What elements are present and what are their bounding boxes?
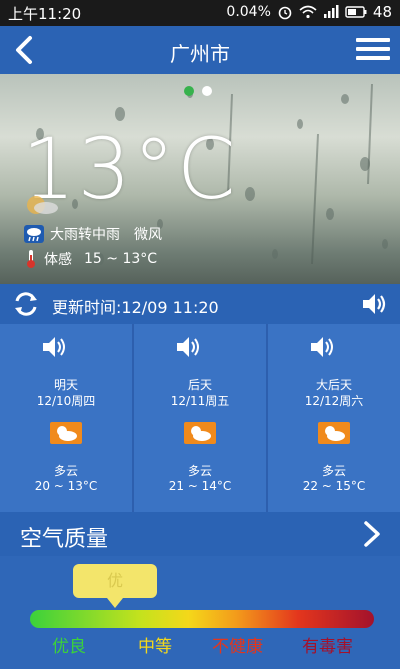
weather-hero-image[interactable]: 13°C 大雨转中雨 微风 体感 15 ~ 13°C: [0, 74, 400, 284]
update-bar: 更新时间:12/09 11:20: [0, 284, 400, 324]
city-title: 广州市: [170, 42, 230, 66]
air-quality-header[interactable]: 空气质量: [0, 512, 400, 556]
forecast-day-label: 明天: [53, 378, 78, 392]
signal-icon: [323, 5, 339, 18]
scale-label-hazardous: 有毒害: [302, 637, 353, 657]
feels-like-label: 体感: [44, 252, 72, 268]
partly-cloudy-icon: [184, 422, 216, 444]
forecast-day-2[interactable]: 后天 12/11周五 多云 21 ~ 14°C: [134, 324, 268, 512]
heavy-rain-icon: [24, 225, 44, 243]
chevron-right-icon[interactable]: [360, 520, 384, 548]
forecast-day-label: 后天: [187, 378, 212, 392]
status-icons: 0.04% 48: [226, 3, 392, 21]
speaker-icon[interactable]: [174, 334, 202, 360]
wifi-icon: [299, 5, 317, 19]
forecast-date: 12/10周四: [36, 394, 96, 408]
thermometer-icon: [27, 250, 35, 268]
alarm-icon: [278, 6, 292, 20]
air-quality-level-bubble: 优: [73, 564, 157, 608]
weather-icon: [27, 196, 58, 214]
condition-text: 大雨转中雨: [50, 227, 120, 243]
forecast-day-3[interactable]: 大后天 12/12周六 多云 22 ~ 15°C: [268, 324, 400, 512]
forecast-range: 21 ~ 14°C: [168, 479, 232, 493]
feels-like-range: 15 ~ 13°C: [84, 251, 158, 267]
forecast-day-label: 大后天: [315, 378, 352, 392]
page-dot-active: [184, 86, 194, 96]
air-quality-title: 空气质量: [20, 527, 109, 552]
partly-cloudy-icon: [50, 422, 82, 444]
network-speed: 0.04%: [226, 4, 271, 20]
scale-label-unhealthy: 不健康: [212, 637, 263, 657]
page-dot: [202, 86, 212, 96]
forecast-panel: 明天 12/10周四 多云 20 ~ 13°C 后天 12/11周五 多云 21…: [0, 324, 400, 512]
battery-icon: [345, 6, 367, 18]
status-bar: 上午11:20 0.04% 48: [0, 0, 400, 26]
battery-level: 48: [372, 3, 392, 21]
menu-icon[interactable]: [356, 33, 390, 67]
status-time: 上午11:20: [8, 5, 82, 23]
speaker-icon[interactable]: [40, 334, 68, 360]
feels-like-row: 体感 15 ~ 13°C: [24, 249, 157, 269]
forecast-condition: 多云: [53, 464, 78, 478]
speaker-icon[interactable]: [360, 290, 388, 318]
refresh-icon[interactable]: [12, 290, 40, 318]
forecast-condition: 多云: [187, 464, 212, 478]
forecast-range: 20 ~ 13°C: [34, 479, 98, 493]
forecast-date: 12/12周六: [304, 394, 364, 408]
title-bar: 广州市: [0, 26, 400, 74]
condition-row: 大雨转中雨 微风: [24, 224, 162, 244]
partly-cloudy-icon: [318, 422, 350, 444]
page-indicator: [184, 86, 212, 96]
speaker-icon[interactable]: [308, 334, 336, 360]
wind-text: 微风: [134, 227, 162, 243]
forecast-range: 22 ~ 15°C: [302, 479, 366, 493]
scale-label-moderate: 中等: [138, 637, 172, 657]
air-quality-panel: 优 优良 中等 不健康 有毒害: [0, 556, 400, 669]
forecast-date: 12/11周五: [170, 394, 230, 408]
forecast-condition: 多云: [321, 464, 346, 478]
air-quality-scale: [30, 610, 374, 628]
forecast-day-1[interactable]: 明天 12/10周四 多云 20 ~ 13°C: [0, 324, 134, 512]
update-time: 更新时间:12/09 11:20: [52, 298, 219, 317]
scale-label-good: 优良: [52, 637, 86, 657]
